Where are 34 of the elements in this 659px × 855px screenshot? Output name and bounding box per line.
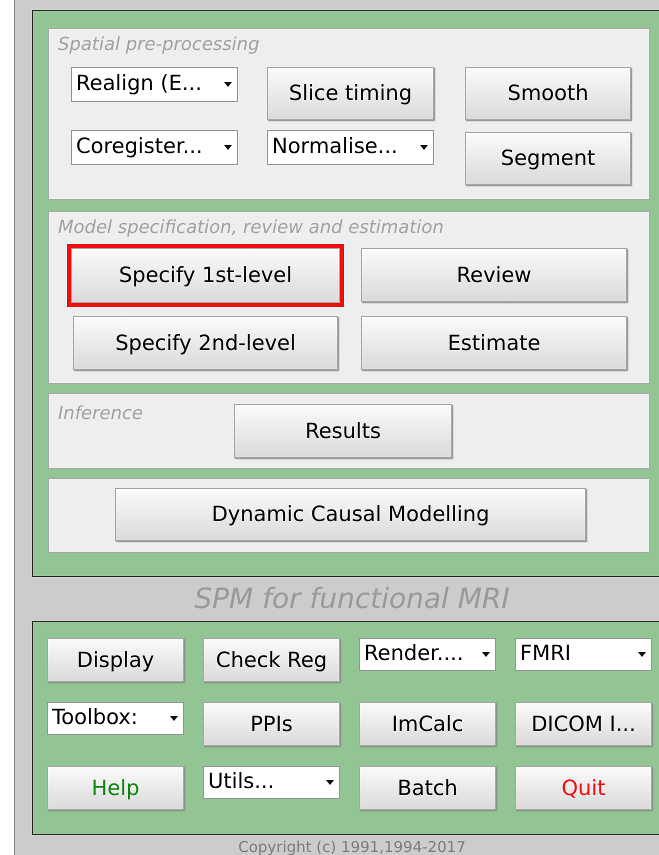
button[interactable]: Slice timing bbox=[267, 67, 434, 120]
caret-icon bbox=[224, 145, 232, 150]
button[interactable]: ImCalc bbox=[359, 702, 496, 746]
caret-icon bbox=[638, 652, 646, 657]
button[interactable]: Check Reg bbox=[203, 638, 340, 682]
caret-icon bbox=[326, 780, 334, 785]
button[interactable]: Smooth bbox=[465, 67, 631, 120]
button[interactable]: Specify 2nd-level bbox=[73, 316, 338, 370]
button[interactable]: PPIs bbox=[203, 702, 340, 746]
caret-icon bbox=[420, 145, 428, 150]
dropdown[interactable]: Coregister... bbox=[71, 130, 238, 165]
dropdown[interactable]: FMRI bbox=[515, 638, 652, 671]
dropdown[interactable]: Toolbox: bbox=[47, 702, 184, 735]
section-title: Inference bbox=[58, 403, 143, 424]
caret-icon bbox=[170, 716, 178, 721]
dropdown[interactable]: Realign (E... bbox=[71, 67, 238, 102]
button[interactable]: Segment bbox=[465, 132, 631, 185]
dropdown[interactable]: Utils... bbox=[203, 766, 340, 799]
button[interactable]: DICOM I... bbox=[515, 702, 652, 746]
section-title: Model specification, review and estimation bbox=[58, 217, 445, 239]
button[interactable]: Results bbox=[234, 404, 452, 458]
button[interactable]: Help bbox=[47, 766, 184, 810]
button[interactable]: Display bbox=[47, 638, 184, 682]
button[interactable]: Estimate bbox=[361, 316, 627, 370]
section-title: Spatial pre-processing bbox=[58, 34, 260, 56]
button[interactable]: Quit bbox=[515, 766, 652, 810]
button[interactable]: Dynamic Causal Modelling bbox=[115, 488, 586, 541]
dropdown[interactable]: Normalise... bbox=[267, 130, 434, 165]
button[interactable]: Review bbox=[361, 248, 627, 302]
button[interactable]: Batch bbox=[359, 766, 496, 810]
dropdown[interactable]: Render.... bbox=[359, 638, 496, 671]
copyright-text: Copyright (c) 1991,1994-2017 bbox=[238, 838, 466, 855]
caret-icon bbox=[482, 652, 490, 657]
caret-icon bbox=[224, 82, 232, 87]
